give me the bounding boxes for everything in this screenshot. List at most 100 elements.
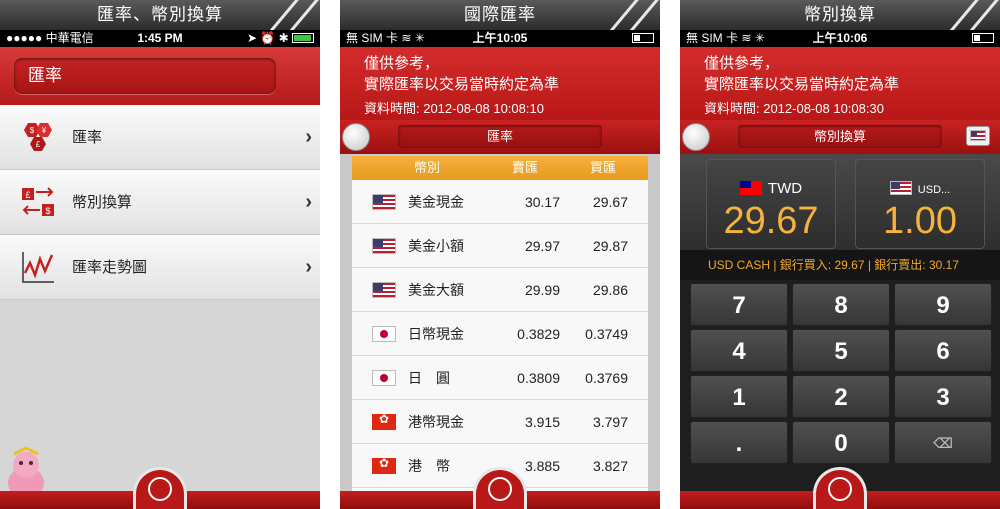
screen-title: 幣別換算 — [804, 5, 876, 24]
key-8[interactable]: 8 — [792, 283, 890, 326]
title-decoration — [608, 0, 660, 30]
currency-convert-icon: £ $ — [22, 187, 54, 216]
mode-selector-bar: 匯率 — [340, 120, 660, 154]
battery-icon — [632, 33, 654, 43]
key-1[interactable]: 1 — [690, 375, 788, 418]
international-rates-screen: 國際匯率 無 SIM 卡 ≋ ✳ 上午10:05 僅供參考， 實際匯率以交易當時… — [340, 0, 660, 509]
mode-selector-bar: 幣別換算 — [680, 120, 1000, 154]
table-row[interactable]: 美金現金 30.17 29.67 — [352, 180, 648, 224]
us-flag-icon — [372, 238, 396, 254]
key-decimal[interactable]: . — [690, 421, 788, 464]
menu-item-trend-chart[interactable]: 匯率走勢圖 › — [0, 235, 320, 300]
us-flag-icon — [372, 194, 396, 210]
column-header-sell: 賣匯 — [512, 160, 539, 175]
chevron-right-icon: › — [305, 191, 312, 213]
sell-rate: 0.3829 — [517, 326, 560, 342]
menu-item-exchange-rate[interactable]: $ ¥ £ 匯率 › — [0, 105, 320, 170]
svg-text:$: $ — [45, 206, 50, 216]
from-currency-code: TWD — [707, 180, 835, 197]
data-timestamp: 資料時間: 2012-08-08 10:08:30 — [704, 101, 884, 116]
search-input[interactable]: 匯率 — [14, 58, 276, 94]
currency-exchange-icon: $ ¥ £ — [24, 123, 52, 151]
key-7[interactable]: 7 — [690, 283, 788, 326]
to-amount: 1.00 — [883, 200, 957, 242]
mode-selector[interactable]: 幣別換算 — [738, 125, 942, 148]
buy-rate: 3.827 — [592, 458, 628, 474]
sell-rate: 3.885 — [524, 458, 560, 474]
disclaimer-line-1: 僅供參考， — [364, 55, 440, 72]
battery-icon — [292, 33, 314, 43]
key-3[interactable]: 3 — [894, 375, 992, 418]
disclaimer-banner: 僅供參考， 實際匯率以交易當時約定為準 資料時間: 2012-08-08 10:… — [680, 47, 1000, 120]
from-currency-label: TWD — [767, 180, 803, 197]
from-amount: 29.67 — [723, 200, 819, 242]
clock: 上午10:05 — [472, 31, 528, 45]
buy-rate: 29.86 — [592, 282, 628, 298]
column-header-currency: 幣別 — [414, 160, 441, 175]
buy-rate: 0.3749 — [585, 326, 628, 342]
exchange-menu-screen: 匯率、幣別換算 ●●●●● 中華電信 1:45 PM ➤ ⏰ ✱ 匯率 $ ¥ … — [0, 0, 320, 509]
table-header: 幣別 賣匯 買匯 — [352, 156, 648, 180]
key-6[interactable]: 6 — [894, 329, 992, 372]
status-icons: ➤ ⏰ ✱ — [247, 30, 314, 47]
currency-name: 美金小額 — [408, 238, 464, 254]
toggle-knob[interactable] — [682, 123, 710, 151]
disclaimer-line-2: 實際匯率以交易當時約定為準 — [704, 76, 900, 93]
chevron-right-icon: › — [305, 256, 312, 278]
trend-chart-icon — [22, 252, 54, 283]
status-bar: ●●●●● 中華電信 1:45 PM ➤ ⏰ ✱ — [0, 30, 320, 47]
converter-display: TWD 29.67 USD... 1.00 — [680, 154, 1000, 250]
disclaimer-line-1: 僅供參考， — [704, 55, 780, 72]
backspace-button[interactable]: ⌫ — [894, 421, 992, 464]
title-bar: 匯率、幣別換算 — [0, 0, 320, 30]
table-row[interactable]: 港幣現金 3.915 3.797 — [352, 400, 648, 444]
to-currency-code: USD... — [856, 180, 984, 197]
table-row[interactable]: 美金大額 29.99 29.86 — [352, 268, 648, 312]
key-5[interactable]: 5 — [792, 329, 890, 372]
chevron-right-icon: › — [305, 126, 312, 148]
menu-item-currency-conversion[interactable]: £ $ 幣別換算 › — [0, 170, 320, 235]
converter-panel: TWD 29.67 USD... 1.00 USD CASH | 銀行買入: 2… — [680, 154, 1000, 509]
sell-rate: 0.3809 — [517, 370, 560, 386]
table-row[interactable]: 日 圓 0.3809 0.3769 — [352, 356, 648, 400]
toggle-knob[interactable] — [342, 123, 370, 151]
table-row[interactable]: 美金小額 29.97 29.87 — [352, 224, 648, 268]
svg-text:¥: ¥ — [41, 126, 47, 135]
svg-text:$: $ — [30, 126, 35, 135]
menu-item-label: 匯率 — [72, 129, 103, 146]
status-icons — [632, 30, 654, 47]
disclaimer-banner: 僅供參考， 實際匯率以交易當時約定為準 資料時間: 2012-08-08 10:… — [340, 47, 660, 120]
key-0[interactable]: 0 — [792, 421, 890, 464]
menu-item-label: 幣別換算 — [72, 194, 133, 211]
from-currency-panel[interactable]: TWD 29.67 — [706, 159, 836, 249]
currency-name: 日 圓 — [408, 370, 450, 386]
title-bar: 幣別換算 — [680, 0, 1000, 30]
bank-logo-icon[interactable] — [133, 467, 187, 509]
title-decoration — [948, 0, 1000, 30]
search-header: 匯率 — [0, 47, 320, 105]
screen-title: 匯率、幣別換算 — [97, 5, 223, 24]
svg-text:£: £ — [25, 190, 30, 200]
to-currency-panel[interactable]: USD... 1.00 — [855, 159, 985, 249]
key-4[interactable]: 4 — [690, 329, 788, 372]
rate-info-bar: USD CASH | 銀行買入: 29.67 | 銀行賣出: 30.17 — [680, 250, 1000, 280]
us-flag-icon — [970, 130, 986, 141]
buy-rate: 3.797 — [592, 414, 628, 430]
sell-rate: 29.97 — [524, 238, 560, 254]
table-row[interactable]: 日幣現金 0.3829 0.3749 — [352, 312, 648, 356]
japan-flag-icon — [372, 326, 396, 342]
sell-rate: 3.915 — [524, 414, 560, 430]
key-9[interactable]: 9 — [894, 283, 992, 326]
column-header-buy: 買匯 — [590, 160, 617, 175]
buy-rate: 0.3769 — [585, 370, 628, 386]
rates-table: 幣別 賣匯 買匯 美金現金 30.17 29.67 美金小額 29.97 29.87 美… — [352, 156, 648, 509]
status-indicator-icons: ➤ ⏰ ✱ — [246, 31, 292, 45]
disclaimer-line-2: 實際匯率以交易當時約定為準 — [364, 76, 560, 93]
currency-flag-button[interactable] — [966, 126, 990, 146]
buy-rate: 29.67 — [592, 194, 628, 210]
currency-conversion-screen: 幣別換算 無 SIM 卡 ≋ ✳ 上午10:06 僅供參考， 實際匯率以交易當時… — [680, 0, 1000, 509]
key-2[interactable]: 2 — [792, 375, 890, 418]
currency-name: 美金大額 — [408, 282, 464, 298]
us-flag-icon — [889, 181, 912, 195]
mode-selector[interactable]: 匯率 — [398, 125, 602, 148]
